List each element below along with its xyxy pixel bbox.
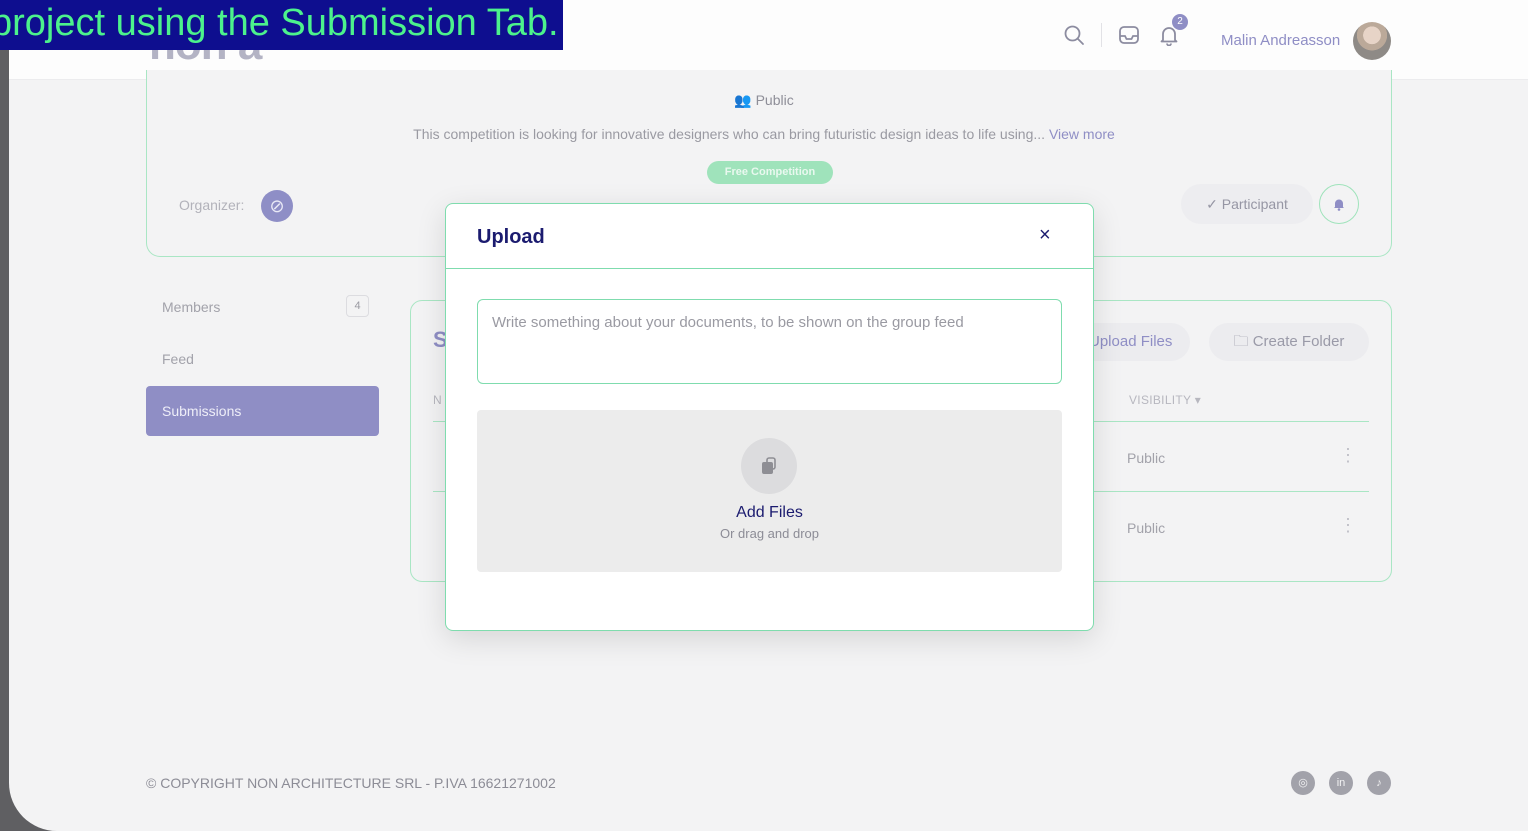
modal-title: Upload [477, 226, 545, 248]
row-menu-icon[interactable]: ⋮ [1339, 515, 1357, 536]
sidebar-item-submissions[interactable]: Submissions [146, 386, 379, 436]
description-text: This competition is looking for innovati… [413, 126, 1046, 142]
bell-filled-icon [1334, 199, 1344, 211]
participant-button[interactable]: ✓ Participant [1181, 184, 1313, 224]
modal-header: Upload × [446, 204, 1093, 269]
competition-description: This competition is looking for innovati… [9, 126, 1528, 142]
document-description-input[interactable] [477, 299, 1062, 384]
row-visibility: Public [1127, 450, 1166, 466]
row-visibility: Public [1127, 520, 1166, 536]
linkedin-icon[interactable]: in [1329, 771, 1353, 795]
sort-down-icon: ▾ [1194, 393, 1202, 407]
free-competition-tag: Free Competition [707, 161, 833, 184]
bell-icon[interactable]: 2 [1156, 14, 1188, 48]
drag-drop-hint: Or drag and drop [719, 526, 819, 541]
folder-icon: 🗀 [1233, 333, 1253, 350]
organizer-logo-icon[interactable]: ⊘ [261, 190, 293, 222]
view-more-link[interactable]: View more [1049, 126, 1115, 142]
check-icon: ✓ [1206, 196, 1222, 212]
add-files-label: Add Files [736, 504, 803, 521]
file-dropzone[interactable]: Add Files Or drag and drop [477, 410, 1062, 572]
sidebar-item-feed[interactable]: Feed [146, 334, 379, 384]
column-header-name[interactable]: N [433, 393, 442, 407]
upload-modal: Upload × Add Files Or drag and drop [445, 203, 1094, 631]
search-icon[interactable] [1061, 22, 1087, 48]
divider [1101, 23, 1102, 47]
sidebar-item-label: Submissions [162, 403, 242, 419]
close-icon[interactable]: × [1039, 224, 1051, 247]
attach-file-icon [741, 438, 797, 494]
user-name[interactable]: Malin Andreasson [1221, 32, 1340, 49]
avatar[interactable] [1353, 22, 1391, 60]
create-folder-button[interactable]: 🗀 Create Folder [1209, 323, 1369, 361]
sidebar-item-label: Members [162, 299, 221, 315]
sidebar-item-members[interactable]: Members 4 [146, 282, 379, 332]
people-icon: 👥 [734, 92, 756, 108]
visibility-header-label: VISIBILITY [1129, 393, 1192, 407]
subscribe-bell-button[interactable] [1319, 184, 1359, 224]
instagram-icon[interactable]: ◎ [1291, 771, 1315, 795]
app-frame: non abeta 2 Malin Andreasson 👥 Public Th… [9, 0, 1528, 831]
footer-copyright: © COPYRIGHT NON ARCHITECTURE SRL - P.IVA… [146, 775, 556, 791]
create-folder-label: Create Folder [1252, 333, 1345, 350]
top-icons: 2 [1061, 14, 1188, 48]
sidebar: Members 4 Feed Submissions [146, 282, 379, 438]
tiktok-icon[interactable]: ♪ [1367, 771, 1391, 795]
column-header-visibility[interactable]: VISIBILITY ▾ [1129, 393, 1201, 407]
visibility-label: Public [755, 92, 794, 108]
sidebar-item-label: Feed [162, 351, 194, 367]
participant-label: Participant [1221, 196, 1288, 212]
row-menu-icon[interactable]: ⋮ [1339, 445, 1357, 466]
organizer-label: Organizer: [179, 197, 245, 213]
competition-visibility: 👥 Public [9, 92, 1528, 109]
members-count: 4 [346, 295, 369, 317]
instruction-banner: project using the Submission Tab. [0, 0, 563, 50]
notification-badge: 2 [1172, 14, 1188, 30]
inbox-icon[interactable] [1116, 22, 1142, 48]
